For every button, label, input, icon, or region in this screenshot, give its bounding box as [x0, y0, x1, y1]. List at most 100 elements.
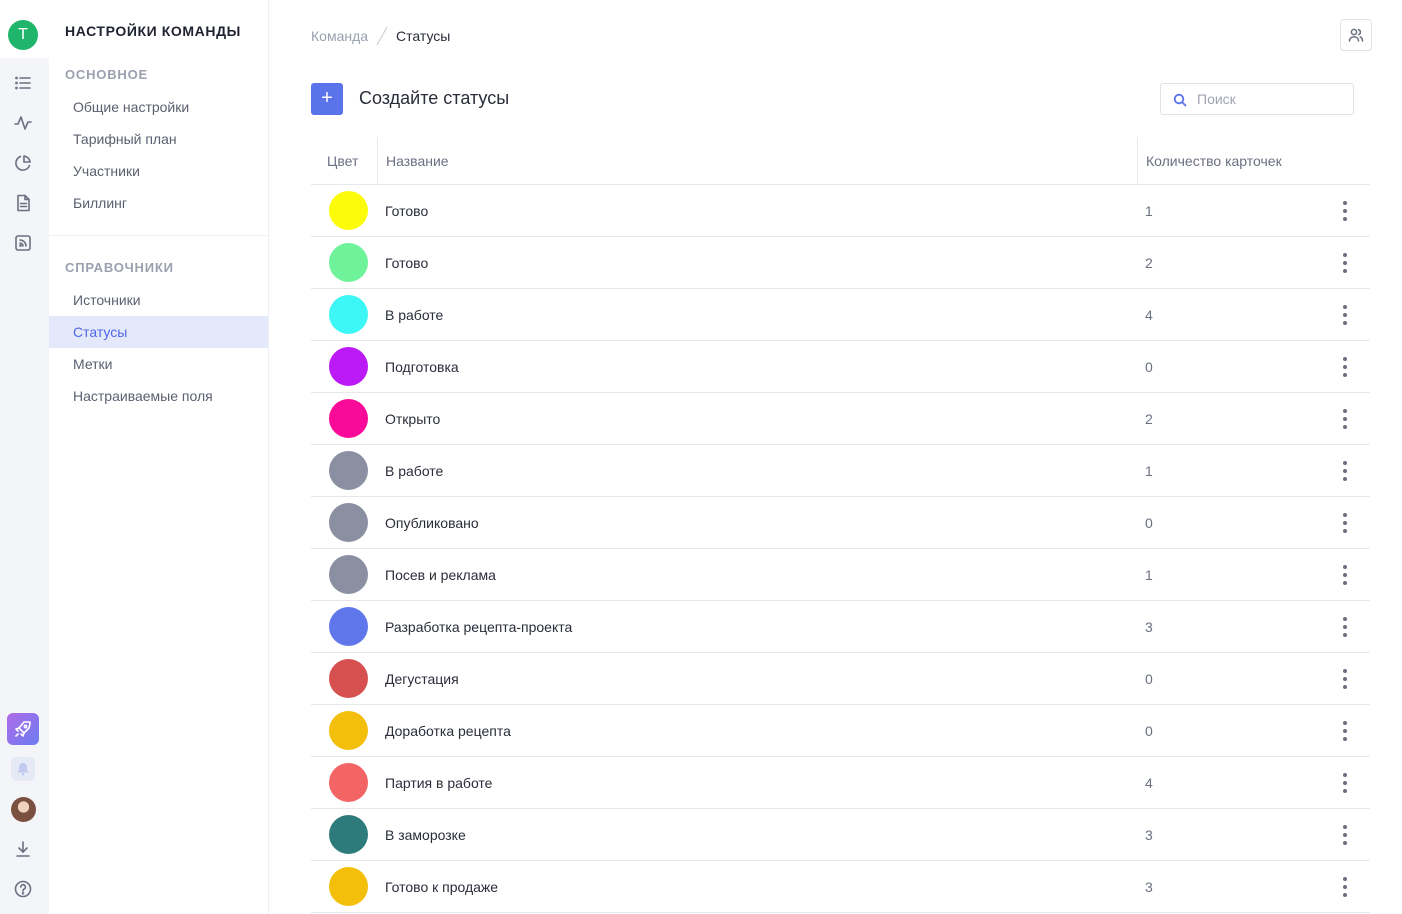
status-color-swatch[interactable]	[329, 867, 368, 906]
sidebar-item-tags[interactable]: Метки	[49, 348, 268, 380]
status-card-count: 1	[1145, 463, 1153, 479]
status-color-swatch[interactable]	[329, 347, 368, 386]
status-card-count: 3	[1145, 879, 1153, 895]
status-card-count: 0	[1145, 515, 1153, 531]
table-row[interactable]: В работе 4	[311, 289, 1370, 341]
status-color-swatch[interactable]	[329, 763, 368, 802]
more-options-icon[interactable]	[1341, 253, 1349, 273]
table-row[interactable]: В работе 1	[311, 445, 1370, 497]
status-name: Разработка рецепта-проекта	[385, 619, 573, 635]
list-icon[interactable]	[12, 72, 34, 94]
table-row[interactable]: Готово 2	[311, 237, 1370, 289]
more-options-icon[interactable]	[1341, 617, 1349, 637]
more-options-icon[interactable]	[1341, 565, 1349, 585]
status-card-count: 0	[1145, 359, 1153, 375]
breadcrumb: Команда Статусы	[311, 26, 450, 46]
table-row[interactable]: Опубликовано 0	[311, 497, 1370, 549]
status-name: Подготовка	[385, 359, 459, 375]
main-content: Команда Статусы + Создайте статусы Цвет …	[269, 0, 1402, 914]
table-row[interactable]: Подготовка 0	[311, 341, 1370, 393]
status-card-count: 2	[1145, 411, 1153, 427]
more-options-icon[interactable]	[1341, 513, 1349, 533]
status-card-count: 0	[1145, 723, 1153, 739]
document-icon[interactable]	[12, 192, 34, 214]
status-color-swatch[interactable]	[329, 191, 368, 230]
status-name: Опубликовано	[385, 515, 479, 531]
status-color-swatch[interactable]	[329, 659, 368, 698]
table-row[interactable]: Готово 1	[311, 185, 1370, 237]
table-row[interactable]: Доработка рецепта 0	[311, 705, 1370, 757]
sidebar-item-sources[interactable]: Источники	[49, 284, 268, 316]
sidebar-item-general-settings[interactable]: Общие настройки	[49, 91, 268, 123]
user-avatar[interactable]	[11, 797, 36, 822]
more-options-icon[interactable]	[1341, 305, 1349, 325]
activity-icon[interactable]	[12, 112, 34, 134]
sidebar-item-custom-fields[interactable]: Настраиваемые поля	[49, 380, 268, 412]
table-row[interactable]: Готово к продаже 3	[311, 861, 1370, 913]
table-row[interactable]: Посев и реклама 1	[311, 549, 1370, 601]
help-icon[interactable]	[12, 878, 34, 900]
more-options-icon[interactable]	[1341, 409, 1349, 429]
status-name: В работе	[385, 463, 444, 479]
status-name: Посев и реклама	[385, 567, 496, 583]
settings-sidebar: НАСТРОЙКИ КОМАНДЫ ОСНОВНОЕ Общие настрой…	[49, 0, 269, 914]
more-options-icon[interactable]	[1341, 721, 1349, 741]
more-options-icon[interactable]	[1341, 773, 1349, 793]
more-options-icon[interactable]	[1341, 357, 1349, 377]
column-header-name[interactable]: Название	[377, 137, 449, 184]
table-row[interactable]: Открыто 2	[311, 393, 1370, 445]
download-icon[interactable]	[12, 838, 34, 860]
users-icon	[1348, 28, 1364, 42]
more-options-icon[interactable]	[1341, 669, 1349, 689]
status-card-count: 1	[1145, 567, 1153, 583]
table-row[interactable]: Разработка рецепта-проекта 3	[311, 601, 1370, 653]
more-options-icon[interactable]	[1341, 877, 1349, 897]
status-color-swatch[interactable]	[329, 815, 368, 854]
status-color-swatch[interactable]	[329, 399, 368, 438]
status-color-swatch[interactable]	[329, 295, 368, 334]
status-color-swatch[interactable]	[329, 607, 368, 646]
search-input[interactable]	[1197, 84, 1347, 114]
more-options-icon[interactable]	[1341, 201, 1349, 221]
search-icon	[1173, 93, 1187, 107]
sidebar-item-members[interactable]: Участники	[49, 155, 268, 187]
team-members-button[interactable]	[1340, 19, 1372, 51]
status-color-swatch[interactable]	[329, 503, 368, 542]
app-root: T НАСТРОЙКИ КОМАНДЫ ОСНОВНОЕ Общие настр…	[0, 0, 1402, 914]
status-color-swatch[interactable]	[329, 711, 368, 750]
status-name: Дегустация	[385, 671, 459, 687]
bell-icon[interactable]	[11, 757, 35, 781]
status-card-count: 4	[1145, 307, 1153, 323]
table-row[interactable]: Партия в работе 4	[311, 757, 1370, 809]
sidebar-item-tariff-plan[interactable]: Тарифный план	[49, 123, 268, 155]
status-name: Партия в работе	[385, 775, 493, 791]
more-options-icon[interactable]	[1341, 825, 1349, 845]
rss-icon[interactable]	[12, 232, 34, 254]
section-title-main: ОСНОВНОЕ	[65, 67, 148, 82]
rocket-icon[interactable]	[7, 713, 39, 745]
status-name: Готово	[385, 203, 429, 219]
table-row[interactable]: В заморозке 3	[311, 809, 1370, 861]
pie-chart-icon[interactable]	[12, 152, 34, 174]
page-title: Создайте статусы	[359, 88, 510, 108]
more-options-icon[interactable]	[1341, 461, 1349, 481]
team-avatar[interactable]: T	[8, 20, 38, 50]
rail-header: T	[0, 0, 49, 58]
search-box[interactable]	[1160, 83, 1354, 115]
breadcrumb-team-link[interactable]: Команда	[311, 28, 368, 44]
status-color-swatch[interactable]	[329, 451, 368, 490]
status-card-count: 3	[1145, 619, 1153, 635]
status-color-swatch[interactable]	[329, 243, 368, 282]
status-card-count: 3	[1145, 827, 1153, 843]
breadcrumb-current: Статусы	[396, 28, 451, 44]
status-card-count: 1	[1145, 203, 1153, 219]
sidebar-item-statuses[interactable]: Статусы	[49, 316, 268, 348]
table-row[interactable]: Дегустация 0	[311, 653, 1370, 705]
add-status-button[interactable]: +	[311, 83, 343, 115]
sidebar-item-billing[interactable]: Биллинг	[49, 187, 268, 219]
column-header-count[interactable]: Количество карточек	[1137, 137, 1370, 184]
status-color-swatch[interactable]	[329, 555, 368, 594]
table-body: Готово 1 Готово 2 В работе 4 Подготовка …	[311, 185, 1370, 913]
breadcrumb-separator-icon	[374, 26, 390, 46]
status-card-count: 4	[1145, 775, 1153, 791]
